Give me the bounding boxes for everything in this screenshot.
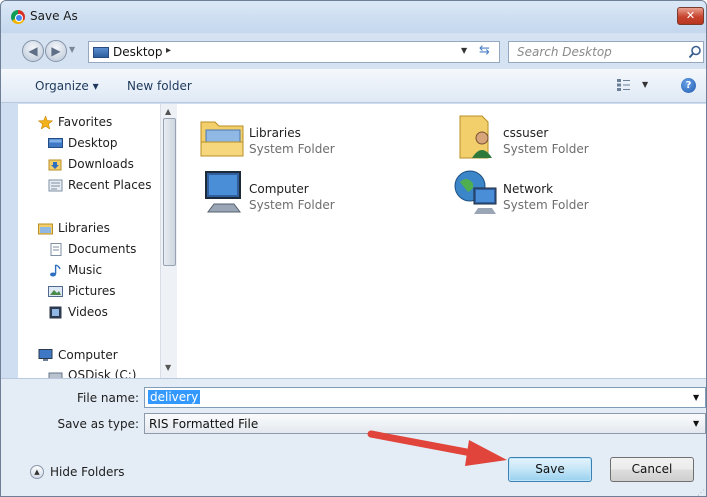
- sidebar-item-label: Favorites: [58, 115, 113, 129]
- view-dropdown-icon[interactable]: ▼: [642, 80, 648, 89]
- save-as-type-dropdown-icon[interactable]: ▼: [693, 419, 699, 428]
- address-bar[interactable]: Desktop ▸ ▼ ⇆: [88, 41, 500, 63]
- item-name: Libraries: [249, 126, 301, 140]
- libraries-folder-icon: [200, 121, 244, 157]
- list-item[interactable]: Network System Folder: [452, 168, 692, 218]
- drive-icon: [48, 372, 63, 378]
- computer-icon: [38, 349, 53, 361]
- chrome-app-icon: [11, 10, 25, 24]
- network-icon: [454, 170, 497, 214]
- command-toolbar: Organize ▾ New folder ▼ ?: [1, 69, 706, 103]
- documents-icon: [50, 243, 62, 256]
- file-name-value[interactable]: delivery: [148, 390, 201, 404]
- refresh-icon[interactable]: ⇆: [479, 43, 490, 58]
- desktop-icon: [48, 138, 63, 148]
- file-name-field[interactable]: delivery ▼: [144, 387, 706, 408]
- address-row: ◀ ▶ ▼ Desktop ▸ ▼ ⇆ Search Desktop: [1, 33, 706, 69]
- navigation-pane: Favorites Desktop Downloads Recent Place…: [18, 104, 180, 378]
- search-placeholder: Search Desktop: [517, 45, 612, 59]
- item-name: cssuser: [503, 126, 549, 140]
- list-item[interactable]: Libraries System Folder: [198, 112, 438, 162]
- star-icon: [38, 116, 53, 129]
- breadcrumb-chevron-icon[interactable]: ▸: [166, 45, 171, 56]
- scroll-down-arrow-icon[interactable]: ▼: [165, 363, 171, 372]
- item-type: System Folder: [249, 198, 335, 212]
- navigation-scrollbar[interactable]: ▲ ▼: [160, 104, 177, 378]
- sidebar-item-label: Recent Places: [68, 178, 152, 192]
- help-icon[interactable]: ?: [681, 78, 696, 93]
- sidebar-item-label: Desktop: [68, 136, 118, 150]
- forward-button[interactable]: ▶: [45, 40, 67, 62]
- organize-button[interactable]: Organize ▾: [35, 79, 99, 93]
- sidebar-item-label: Downloads: [68, 157, 134, 171]
- save-form: File name: delivery ▼ Save as type: RIS …: [1, 378, 706, 496]
- change-view-icon[interactable]: [617, 79, 630, 91]
- cancel-button[interactable]: Cancel: [610, 457, 694, 482]
- sidebar-item-label: OSDisk (C:): [68, 368, 137, 378]
- music-icon: [50, 264, 61, 277]
- sidebar-item-label: Computer: [58, 348, 118, 362]
- list-item[interactable]: cssuser System Folder: [452, 112, 692, 162]
- save-as-dialog: Save As ✕ ◀ ▶ ▼ Desktop ▸ ▼ ⇆ Search Des…: [0, 0, 707, 497]
- breadcrumb-desktop[interactable]: Desktop: [113, 45, 163, 59]
- libraries-icon: [38, 223, 53, 235]
- user-folder-icon: [459, 115, 492, 159]
- window-title: Save As: [30, 9, 78, 23]
- item-name: Network: [503, 182, 554, 196]
- recent-locations-dropdown[interactable]: ▼: [69, 45, 75, 54]
- item-type: System Folder: [249, 142, 335, 156]
- pictures-icon: [48, 286, 63, 297]
- scroll-up-arrow-icon[interactable]: ▲: [165, 107, 171, 116]
- save-as-type-label: Save as type:: [57, 417, 139, 431]
- save-as-type-value: RIS Formatted File: [149, 417, 259, 431]
- search-icon[interactable]: [688, 45, 702, 59]
- videos-icon: [49, 306, 62, 319]
- hide-folders-label: Hide Folders: [50, 465, 125, 479]
- sidebar-item-label: Documents: [68, 242, 137, 256]
- resize-grip-icon[interactable]: ⋰: [697, 488, 705, 496]
- item-type: System Folder: [503, 198, 589, 212]
- downloads-icon: [48, 159, 62, 171]
- title-bar: Save As ✕: [1, 1, 706, 33]
- file-name-dropdown-icon[interactable]: ▼: [693, 393, 699, 402]
- item-name: Computer: [249, 182, 309, 196]
- new-folder-button[interactable]: New folder: [127, 79, 192, 93]
- search-input[interactable]: Search Desktop: [508, 41, 704, 63]
- address-dropdown-icon[interactable]: ▼: [461, 46, 467, 55]
- recent-places-icon: [48, 179, 63, 192]
- file-name-label: File name:: [77, 391, 139, 405]
- save-button[interactable]: Save: [508, 457, 592, 482]
- file-list[interactable]: Libraries System Folder cssuser System F…: [180, 104, 706, 378]
- back-button[interactable]: ◀: [22, 40, 44, 62]
- desktop-icon: [93, 47, 109, 58]
- sidebar-item-label: Videos: [68, 305, 108, 319]
- scrollbar-thumb[interactable]: [163, 118, 176, 266]
- save-as-type-select[interactable]: RIS Formatted File ▼: [144, 413, 706, 434]
- sidebar-item-label: Libraries: [58, 221, 110, 235]
- close-button[interactable]: ✕: [677, 7, 704, 25]
- collapse-arrow-icon: ▲: [30, 465, 44, 479]
- sidebar-item-label: Pictures: [68, 284, 116, 298]
- computer-icon: [205, 171, 241, 213]
- item-type: System Folder: [503, 142, 589, 156]
- list-item[interactable]: Computer System Folder: [198, 168, 438, 218]
- sidebar-item-label: Music: [68, 263, 103, 277]
